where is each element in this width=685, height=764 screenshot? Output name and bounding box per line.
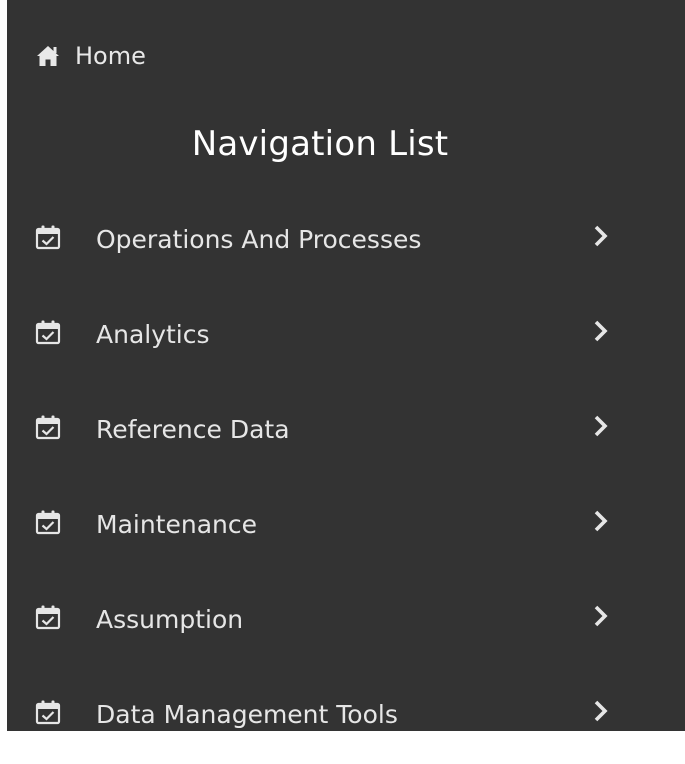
nav-item-label: Maintenance [96,510,257,539]
calendar-check-icon [35,510,61,535]
chevron-right-icon [594,605,608,627]
nav-item-maintenance[interactable]: Maintenance [7,479,685,574]
calendar-check-icon [35,605,61,630]
nav-item-label: Operations And Processes [96,225,422,254]
navigation-list: Operations And Processes Analytics Refer… [7,194,685,764]
nav-item-label: Analytics [96,320,210,349]
home-icon [35,43,61,69]
calendar-check-icon [35,415,61,440]
calendar-check-icon [35,700,61,725]
chevron-right-icon [594,415,608,437]
navigation-panel: Home Navigation List Operations And Proc… [7,0,685,731]
nav-item-operations-and-processes[interactable]: Operations And Processes [7,194,685,289]
chevron-right-icon [594,225,608,247]
nav-item-reference-data[interactable]: Reference Data [7,384,685,479]
chevron-right-icon [594,320,608,342]
home-label: Home [75,42,146,70]
chevron-right-icon [594,700,608,722]
nav-item-data-management-tools[interactable]: Data Management Tools [7,669,685,764]
nav-item-analytics[interactable]: Analytics [7,289,685,384]
nav-item-label: Assumption [96,605,244,634]
home-link[interactable]: Home [35,36,146,76]
nav-item-assumption[interactable]: Assumption [7,574,685,669]
nav-item-label: Data Management Tools [96,700,398,729]
calendar-check-icon [35,225,61,250]
nav-item-label: Reference Data [96,415,290,444]
chevron-right-icon [594,510,608,532]
navigation-title: Navigation List [191,124,449,164]
calendar-check-icon [35,320,61,345]
